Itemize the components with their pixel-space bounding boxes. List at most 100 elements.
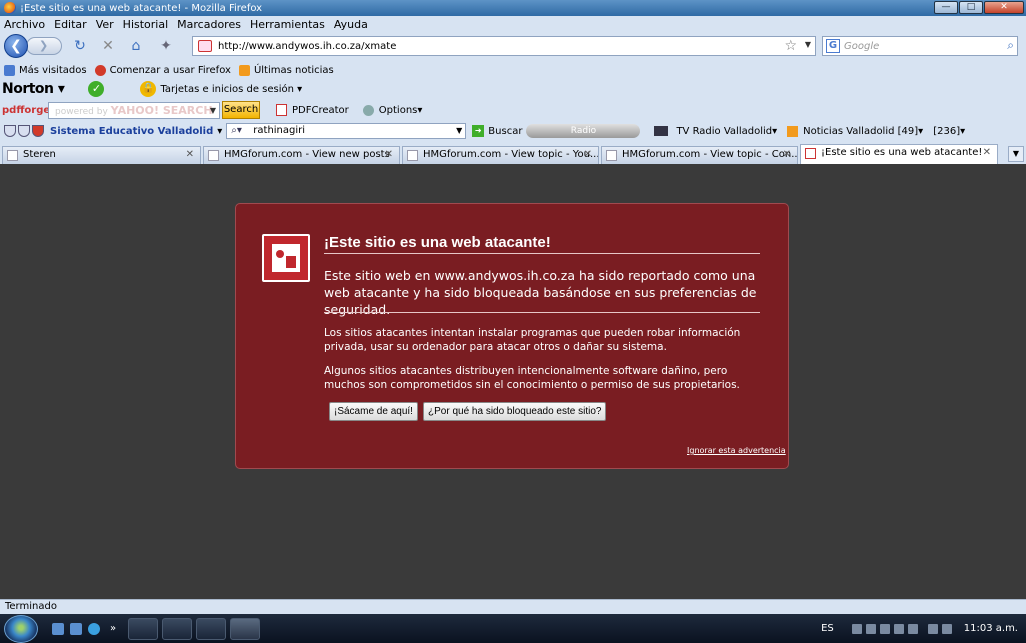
taskbar-app-button[interactable] — [196, 617, 227, 640]
menu-ayuda[interactable]: Ayuda — [334, 18, 368, 31]
home-icon[interactable]: ⌂ — [128, 38, 144, 54]
pdfcreator-label: PDFCreator — [292, 104, 349, 116]
start-button[interactable] — [4, 614, 38, 643]
ignore-warning-link[interactable]: Ignorar esta advertencia — [687, 446, 786, 455]
taskbar-folder-button[interactable] — [128, 617, 159, 640]
menu-marcadores[interactable]: Marcadores — [177, 18, 241, 31]
tab-hmgforum-new-posts[interactable]: HMGforum.com - View new posts ✕ — [203, 146, 400, 164]
search-bar[interactable]: G Google ⌕ — [822, 36, 1018, 56]
chevron-down-icon[interactable]: ▼ — [210, 103, 216, 118]
quicklaunch-more-icon[interactable]: » — [110, 623, 116, 634]
norton-menu[interactable]: Norton ▾ — [2, 81, 65, 97]
tab-steren[interactable]: Steren ✕ — [2, 146, 201, 164]
go-arrow-icon[interactable]: ➜ — [472, 125, 485, 137]
options-button[interactable]: Options ▾ — [362, 104, 422, 116]
why-blocked-button[interactable]: ¿Por qué ha sido bloqueado este sitio? — [423, 402, 607, 421]
title-bar: ¡Este sitio es una web atacante! - Mozil… — [0, 0, 1026, 16]
close-tab-icon[interactable]: ✕ — [783, 147, 791, 163]
close-tab-icon[interactable]: ✕ — [385, 147, 393, 163]
menu-herramientas[interactable]: Herramientas — [250, 18, 325, 31]
url-text: http://www.andywos.ih.co.za/xmate — [218, 40, 397, 52]
taskbar-firefox-button[interactable] — [230, 617, 261, 640]
yahoo-search-input[interactable]: powered by YAHOO! SEARCH ▼ — [48, 101, 220, 119]
shield-icon[interactable] — [32, 125, 44, 137]
quicklaunch-icon[interactable] — [52, 622, 64, 635]
bookmark-ultimas-noticias[interactable]: Últimas noticias — [238, 64, 334, 76]
news-button[interactable]: Noticias Valladolid [49]▾ — [803, 126, 923, 137]
messages-button[interactable]: [236]▾ — [933, 126, 965, 137]
chevron-down-icon[interactable]: ▼ — [456, 124, 462, 138]
tray-icon[interactable] — [879, 623, 890, 634]
search-icon[interactable]: ⌕ — [1007, 38, 1014, 53]
tab-hmgforum-topic-you[interactable]: HMGforum.com - View topic - You... ✕ — [402, 146, 599, 164]
menu-editar[interactable]: Editar — [54, 18, 87, 31]
url-bar[interactable]: http://www.andywos.ih.co.za/xmate ☆ ▼ — [192, 36, 816, 56]
tab-label: HMGforum.com - View topic - You... — [423, 149, 599, 160]
toolbar-search-input[interactable]: ⌕▾ rathinagiri ▼ — [226, 123, 467, 139]
shield-icon[interactable] — [4, 125, 16, 137]
bookmarks-toolbar: Más visitados Comenzar a usar Firefox Úl… — [0, 62, 1026, 78]
tray-icon[interactable] — [893, 623, 904, 634]
bookmark-mas-visitados[interactable]: Más visitados — [4, 64, 87, 76]
buscar-button[interactable]: Buscar — [488, 126, 522, 137]
tv-label: TV Radio Valladolid — [676, 125, 773, 137]
pdfcreator-button[interactable]: PDFCreator — [276, 104, 349, 116]
addon-icon[interactable]: ✦ — [158, 38, 174, 54]
forward-button[interactable]: ❯ — [26, 37, 62, 55]
identity-safe-label: Tarjetas e inicios de sesión — [160, 83, 294, 95]
close-tab-icon[interactable]: ✕ — [584, 147, 592, 163]
minimize-button[interactable]: — — [934, 1, 958, 14]
close-tab-icon[interactable]: ✕ — [983, 145, 991, 161]
norton-safe-check-icon[interactable]: ✓ — [88, 81, 105, 97]
quicklaunch-icon[interactable] — [70, 622, 82, 635]
identity-safe-menu[interactable]: Tarjetas e inicios de sesión ▾ — [160, 84, 302, 95]
tray-icon[interactable] — [907, 623, 918, 634]
close-tab-icon[interactable]: ✕ — [186, 147, 194, 163]
site-name[interactable]: Sistema Educativo Valladolid — [50, 126, 213, 137]
menu-historial[interactable]: Historial — [123, 18, 168, 31]
tv-radio-button[interactable]: TV Radio Valladolid ▾ — [654, 126, 777, 137]
clock[interactable]: 11:03 a.m. — [964, 623, 1018, 634]
url-dropdown-icon[interactable]: ▼ — [805, 40, 811, 49]
google-engine-icon[interactable]: G — [826, 39, 840, 53]
radio-label: Radio — [570, 126, 597, 136]
bookmark-comenzar[interactable]: Comenzar a usar Firefox — [94, 64, 231, 76]
attack-warning-icon — [262, 234, 310, 282]
tab-hmgforum-topic-con[interactable]: HMGforum.com - View topic - Con... ✕ — [601, 146, 798, 164]
menu-archivo[interactable]: Archivo — [4, 18, 45, 31]
site-identity-icon[interactable] — [198, 40, 212, 52]
network-icon[interactable] — [927, 623, 938, 634]
language-indicator[interactable]: ES — [821, 623, 834, 634]
radio-player[interactable]: Radio — [526, 124, 641, 138]
news-label: Noticias Valladolid [49] — [803, 125, 919, 137]
maximize-button[interactable]: □ — [959, 1, 983, 14]
reload-icon[interactable]: ↻ — [72, 38, 88, 54]
stop-icon[interactable]: ✕ — [100, 38, 116, 54]
tray-icon[interactable] — [865, 623, 876, 634]
tab-label: ¡Este sitio es una web atacante! — [821, 147, 983, 158]
volume-icon[interactable] — [941, 623, 952, 634]
norton-toolbar: Norton ▾ ✓ 🔒 Tarjetas e inicios de sesió… — [0, 80, 1026, 98]
bookmark-star-icon[interactable]: ☆ — [784, 38, 797, 54]
shield-icon[interactable] — [18, 125, 30, 137]
folder-icon — [4, 64, 15, 76]
get-me-out-button[interactable]: ¡Sácame de aquí! — [329, 402, 418, 421]
back-button[interactable]: ❮ — [4, 34, 28, 58]
firefox-bookmark-icon — [94, 64, 106, 76]
ie-icon[interactable] — [88, 622, 100, 635]
yahoo-search-button[interactable]: Search — [222, 101, 260, 119]
powered-by-label: powered by — [55, 106, 108, 117]
close-window-button[interactable]: ✕ — [984, 1, 1024, 14]
pdfforge-logo[interactable]: pdfforge — [2, 105, 50, 116]
search-placeholder: Google — [844, 40, 880, 52]
forward-arrow-icon: ❯ — [39, 39, 49, 52]
tab-label: HMGforum.com - View new posts — [224, 149, 390, 160]
tab-list-menu[interactable]: ▼ — [1008, 146, 1024, 162]
tray-icon[interactable] — [851, 623, 862, 634]
tab-attack-site[interactable]: ¡Este sitio es una web atacante! ✕ — [800, 144, 998, 164]
tab-favicon — [606, 150, 617, 161]
warning-description: Este sitio web en www.andywos.ih.co.za h… — [324, 268, 757, 317]
taskbar-messenger-button[interactable] — [162, 617, 193, 640]
warning-paragraph-1: Los sitios atacantes intentan instalar p… — [324, 327, 741, 353]
menu-ver[interactable]: Ver — [96, 18, 114, 31]
